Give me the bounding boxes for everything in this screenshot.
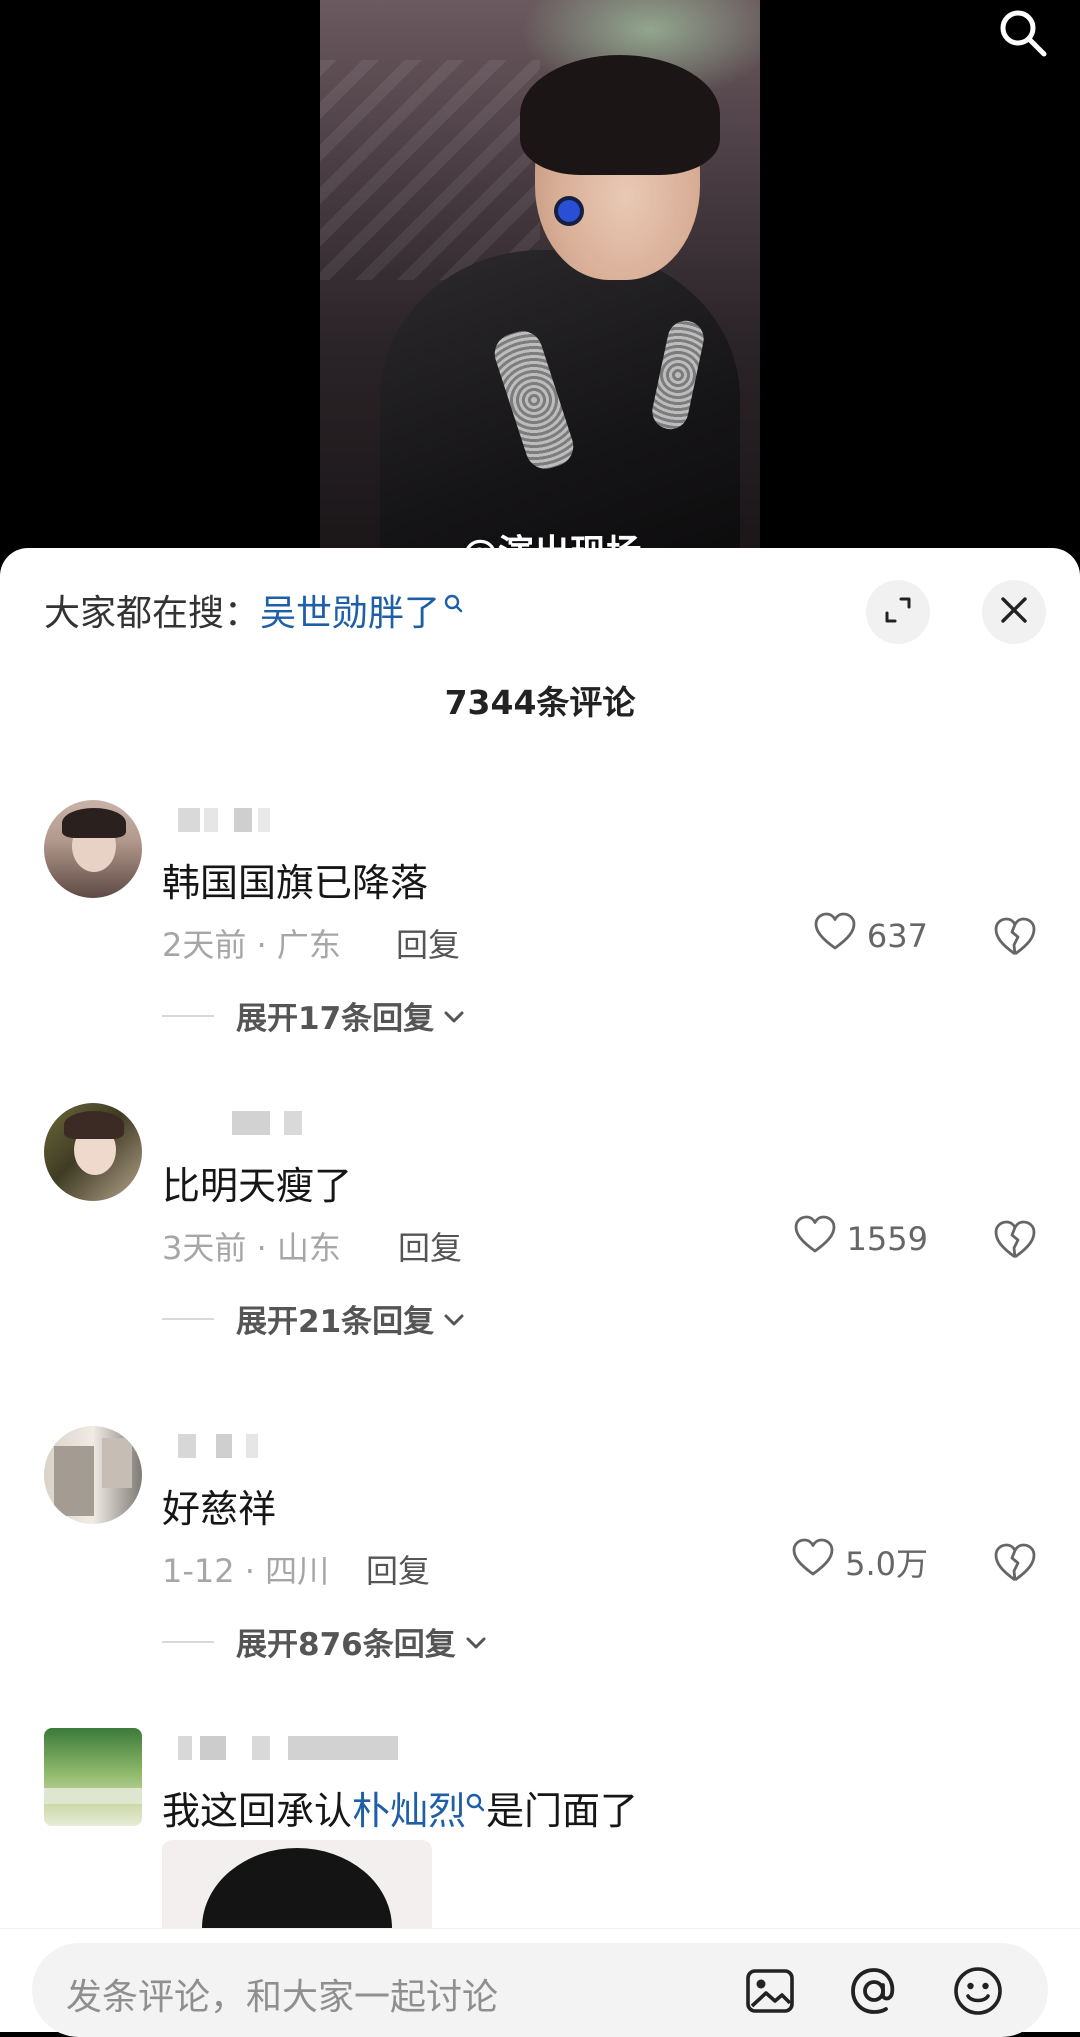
comment-count-title: 7344条评论 xyxy=(444,683,636,722)
expand-replies[interactable]: 展开876条回复 xyxy=(162,1619,488,1664)
image-icon[interactable] xyxy=(742,1963,798,2019)
chevron-down-icon xyxy=(434,998,466,1034)
trending-search[interactable]: 大家都在搜：吴世勋胖了 xyxy=(44,584,464,636)
video-player[interactable]: @演出现场 xyxy=(0,0,1080,574)
avatar[interactable] xyxy=(44,800,142,898)
expand-replies-label: 展开17条回复 xyxy=(236,1001,435,1037)
close-icon xyxy=(998,594,1030,630)
expand-replies[interactable]: 展开17条回复 xyxy=(162,993,466,1038)
comment-input-placeholder: 发条评论，和大家一起讨论 xyxy=(66,1977,499,2018)
comment-meta: 3天前 · 山东 xyxy=(162,1229,341,1267)
expand-icon xyxy=(881,593,915,631)
like-button[interactable]: 1559 xyxy=(793,1215,928,1263)
chevron-down-icon xyxy=(434,1301,466,1337)
comment-sheet: 大家都在搜：吴世勋胖了 7344条评论 韩国国旗已降落 2天前 · 广东 回复 … xyxy=(0,548,1080,2031)
comment-text: 我这回承认朴灿烈 是门面了 xyxy=(162,1780,638,1835)
avatar[interactable] xyxy=(44,1728,142,1826)
comment-meta: 2天前 · 广东 xyxy=(162,926,341,964)
heart-icon xyxy=(813,912,867,960)
expand-button[interactable] xyxy=(866,580,930,644)
close-button[interactable] xyxy=(982,580,1046,644)
performer-hair xyxy=(520,55,720,175)
like-count: 5.0万 xyxy=(845,1545,928,1583)
reply-button[interactable]: 回复 xyxy=(396,920,460,966)
reply-button[interactable]: 回复 xyxy=(398,1223,462,1269)
heart-icon xyxy=(793,1215,847,1263)
comment-text-after: 是门面了 xyxy=(486,1789,639,1833)
comment-text: 韩国国旗已降落 xyxy=(162,861,429,905)
comment-item: 好慈祥 1-12 · 四川 回复 5.0万 展开876条回复 xyxy=(0,1426,1080,1726)
comment-input[interactable]: 发条评论，和大家一起讨论 xyxy=(32,1943,1048,2037)
search-icon xyxy=(444,584,464,625)
heart-icon xyxy=(791,1538,845,1586)
search-icon xyxy=(466,1780,486,1824)
comment-text-before: 我这回承认 xyxy=(162,1789,353,1833)
chevron-down-icon xyxy=(456,1624,488,1660)
broken-heart-icon[interactable] xyxy=(992,1217,1038,1263)
comment-meta: 1-12 · 四川 xyxy=(162,1552,330,1590)
comment-text: 比明天瘦了 xyxy=(162,1164,353,1208)
reply-button[interactable]: 回复 xyxy=(366,1546,430,1592)
like-count: 1559 xyxy=(846,1220,928,1258)
comment-keyword-link[interactable]: 朴灿烈 xyxy=(352,1789,466,1833)
like-button[interactable]: 5.0万 xyxy=(791,1538,928,1586)
comment-image[interactable] xyxy=(162,1840,432,1930)
search-icon[interactable] xyxy=(994,4,1050,60)
at-icon[interactable] xyxy=(846,1963,902,2019)
like-count: 637 xyxy=(866,917,928,955)
comment-item: 韩国国旗已降落 2天前 · 广东 回复 637 展开17条回复 xyxy=(0,800,1080,1100)
expand-replies[interactable]: 展开21条回复 xyxy=(162,1296,466,1341)
comment-input-bar: 发条评论，和大家一起讨论 xyxy=(0,1928,1080,2037)
trending-search-prefix: 大家都在搜： xyxy=(44,593,261,634)
video-frame xyxy=(320,0,760,560)
broken-heart-icon[interactable] xyxy=(992,1540,1038,1586)
broken-heart-icon[interactable] xyxy=(992,914,1038,960)
trending-search-keyword[interactable]: 吴世勋胖了 xyxy=(260,593,440,634)
comment-text: 好慈祥 xyxy=(162,1487,277,1531)
like-button[interactable]: 637 xyxy=(813,912,928,960)
comment-item: 比明天瘦了 3天前 · 山东 回复 1559 展开21条回复 xyxy=(0,1103,1080,1403)
expand-replies-label: 展开21条回复 xyxy=(236,1304,435,1340)
avatar[interactable] xyxy=(44,1103,142,1201)
emoji-icon[interactable] xyxy=(950,1963,1006,2019)
avatar[interactable] xyxy=(44,1426,142,1524)
in-ear-monitor xyxy=(558,200,580,222)
expand-replies-label: 展开876条回复 xyxy=(236,1627,456,1663)
